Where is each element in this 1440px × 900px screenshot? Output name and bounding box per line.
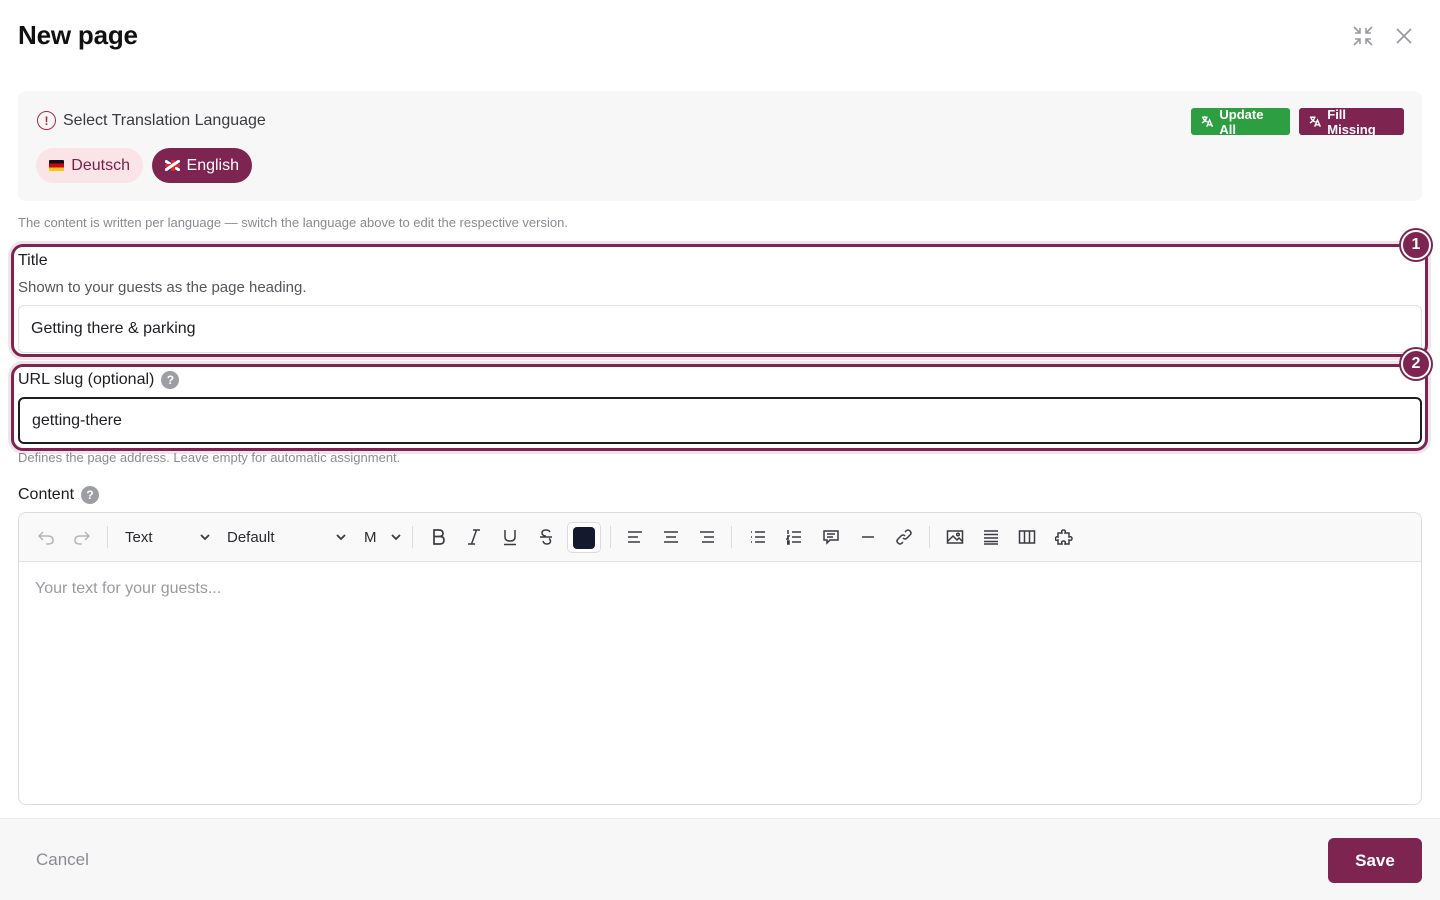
language-chip-label: Deutsch xyxy=(71,156,130,174)
content-editor-area[interactable]: Your text for your guests... xyxy=(19,562,1421,616)
collapse-icon[interactable] xyxy=(1349,22,1377,50)
numbered-list-icon[interactable] xyxy=(783,526,805,548)
translation-panel: ! Select Translation Language Deutsch En… xyxy=(18,91,1422,201)
german-flag-icon xyxy=(49,160,65,171)
bullet-list-icon[interactable] xyxy=(747,526,769,548)
puzzle-icon[interactable] xyxy=(1053,526,1075,548)
chevron-down-icon xyxy=(391,534,401,541)
chevron-down-icon xyxy=(336,534,346,541)
toolbar-separator xyxy=(107,526,108,548)
update-all-button[interactable]: Update All xyxy=(1191,106,1290,137)
bold-icon[interactable] xyxy=(427,526,449,548)
save-button[interactable]: Save xyxy=(1328,838,1422,883)
help-icon[interactable]: ? xyxy=(161,371,180,389)
alert-icon: ! xyxy=(37,111,56,130)
image-icon[interactable] xyxy=(944,526,966,548)
underline-icon[interactable] xyxy=(499,526,521,548)
title-input-value: Getting there & parking xyxy=(31,320,196,337)
font-size-select[interactable]: M xyxy=(364,526,402,548)
cancel-button[interactable]: Cancel xyxy=(36,850,89,870)
italic-icon[interactable] xyxy=(463,526,485,548)
update-all-label: Update All xyxy=(1219,106,1264,137)
block-type-value: Text xyxy=(125,528,153,546)
redo-icon[interactable] xyxy=(71,526,93,548)
horizontal-rule-icon[interactable] xyxy=(857,526,879,548)
slug-label-row: URL slug (optional) ? xyxy=(18,371,180,389)
title-help: Shown to your guests as the page heading… xyxy=(18,279,307,296)
slug-input-value: getting-there xyxy=(32,411,122,429)
font-value: Default xyxy=(227,528,275,546)
slug-input[interactable]: getting-there xyxy=(18,397,1422,444)
rich-text-editor: Text Default M Your text for your guests… xyxy=(18,512,1422,805)
translation-info: The content is written per language — sw… xyxy=(18,215,568,230)
dialog-header: New page xyxy=(18,18,1416,58)
link-icon[interactable] xyxy=(893,526,915,548)
title-input[interactable]: Getting there & parking xyxy=(18,305,1422,353)
content-label-row: Content ? xyxy=(18,486,100,504)
text-color-picker[interactable] xyxy=(567,522,601,553)
content-label: Content xyxy=(18,486,75,503)
comment-icon[interactable] xyxy=(820,526,842,548)
translate-icon xyxy=(1201,116,1214,128)
language-chip-label: English xyxy=(186,156,239,174)
align-left-icon[interactable] xyxy=(624,526,646,548)
language-chip-deutsch[interactable]: Deutsch xyxy=(36,148,143,183)
step-badge-1: 1 xyxy=(1401,230,1431,260)
dialog-footer: Cancel Save xyxy=(0,818,1440,900)
align-right-icon[interactable] xyxy=(696,526,718,548)
translate-icon xyxy=(1309,116,1321,127)
toolbar-separator xyxy=(929,526,930,548)
text-block-icon[interactable] xyxy=(980,526,1002,548)
columns-icon[interactable] xyxy=(1016,526,1038,548)
strikethrough-icon[interactable] xyxy=(535,526,557,548)
fill-missing-label: Fill Missing xyxy=(1327,106,1376,137)
translation-heading: ! Select Translation Language xyxy=(37,111,266,130)
editor-toolbar: Text Default M xyxy=(19,513,1421,562)
translation-heading-label: Select Translation Language xyxy=(63,111,266,129)
toolbar-separator xyxy=(731,526,732,548)
fill-missing-button[interactable]: Fill Missing xyxy=(1299,106,1404,137)
close-icon[interactable] xyxy=(1390,22,1418,50)
block-type-select[interactable]: Text xyxy=(125,526,211,548)
color-swatch xyxy=(573,526,595,549)
help-icon[interactable]: ? xyxy=(81,486,100,504)
toolbar-separator xyxy=(610,526,611,548)
step-badge-2: 2 xyxy=(1401,349,1431,379)
toolbar-separator xyxy=(412,526,413,548)
slug-label: URL slug (optional) xyxy=(18,371,155,388)
language-chip-english[interactable]: English xyxy=(152,148,252,183)
language-selector: Deutsch English xyxy=(36,148,252,183)
slug-hint: Defines the page address. Leave empty fo… xyxy=(18,450,401,465)
undo-icon[interactable] xyxy=(35,526,57,548)
font-size-value: M xyxy=(364,528,377,546)
uk-flag-icon xyxy=(165,160,180,171)
page-title: New page xyxy=(18,20,138,50)
content-placeholder: Your text for your guests... xyxy=(35,580,222,597)
font-select[interactable]: Default xyxy=(227,526,347,548)
align-center-icon[interactable] xyxy=(660,526,682,548)
chevron-down-icon xyxy=(200,534,210,541)
title-label: Title xyxy=(18,252,48,269)
